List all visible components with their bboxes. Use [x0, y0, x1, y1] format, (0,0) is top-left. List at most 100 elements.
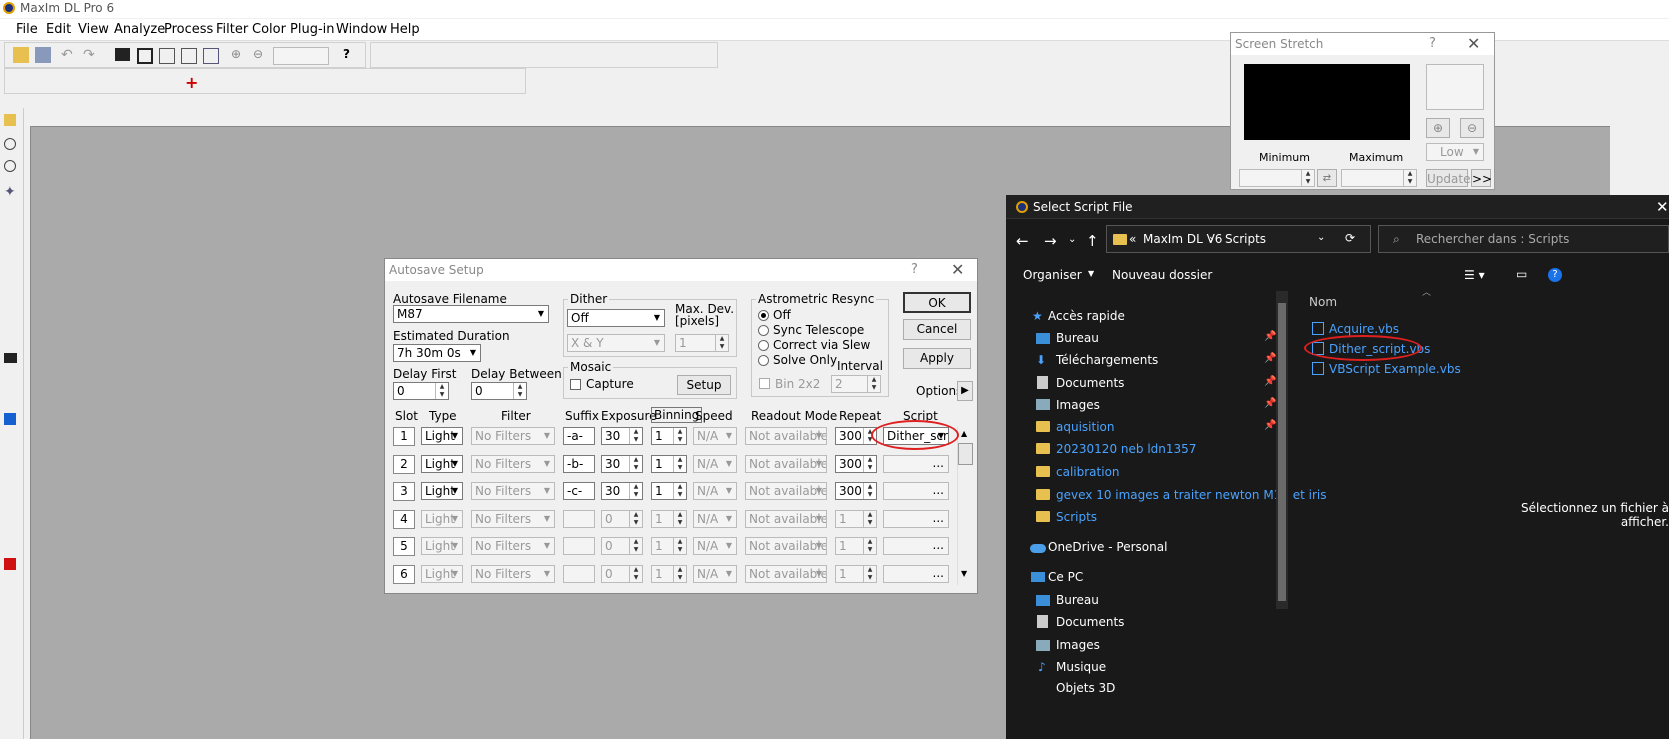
script-field[interactable]: ...	[883, 482, 949, 500]
binning-field[interactable]: 1 ▲ ▼	[651, 482, 687, 500]
script-field[interactable]: ...	[883, 537, 949, 555]
filter-select[interactable]: No Filters ▼	[471, 427, 555, 445]
settings-icon[interactable]	[203, 48, 219, 64]
filter-select[interactable]: No Filters ▼	[471, 482, 555, 500]
explorer-close-button[interactable]: ✕	[1656, 198, 1669, 216]
script-field[interactable]: ...	[883, 509, 949, 528]
autosave-help-button[interactable]: ?	[911, 262, 918, 277]
camera-control-icon[interactable]	[4, 413, 16, 425]
dither-select[interactable]: Off ▼	[567, 309, 665, 327]
exposure-field[interactable]: 0 ▲ ▼	[601, 564, 643, 583]
menu-window[interactable]: Window	[336, 22, 387, 37]
image-window-icon[interactable]	[4, 353, 17, 363]
globe-icon[interactable]	[4, 160, 16, 172]
readout-select[interactable]: Not available ▼	[745, 537, 827, 555]
path-scripts[interactable]: Scripts	[1225, 232, 1266, 246]
speed-select[interactable]: N/A ▼	[693, 454, 737, 473]
more-button[interactable]: >>	[1471, 169, 1492, 187]
maximum-field[interactable]: ▲ ▼	[1341, 169, 1417, 187]
interval-field[interactable]: 2 ▲ ▼	[831, 375, 881, 393]
nav-calibration[interactable]: calibration	[1056, 465, 1120, 479]
speed-select[interactable]: N/A ▼	[693, 564, 737, 583]
repeat-field[interactable]: 1 ▲ ▼	[835, 537, 877, 555]
pin-icon[interactable]: 📌	[1264, 420, 1276, 431]
script-browse-button[interactable]: ...	[933, 511, 944, 525]
options-arrow-icon[interactable]: ▶	[957, 381, 973, 401]
readout-select[interactable]: Not available ▼	[745, 482, 827, 500]
minimum-field[interactable]: ▲ ▼	[1239, 169, 1315, 187]
maxdev-field[interactable]: 1 ▲ ▼	[675, 334, 729, 352]
exposure-field[interactable]: 0 ▲ ▼	[601, 509, 643, 528]
readout-select[interactable]: Not available ▼	[745, 509, 827, 528]
nav-scripts[interactable]: Scripts	[1056, 510, 1097, 524]
suffix-field[interactable]	[563, 564, 595, 583]
nav-telechargements[interactable]: Téléchargements	[1056, 353, 1158, 367]
resync-solve-radio[interactable]	[758, 355, 769, 366]
readout-select[interactable]: Not available ▼	[745, 454, 827, 473]
view-options-icon[interactable]: ☰ ▾	[1464, 268, 1485, 282]
binning-field[interactable]: 1 ▲ ▼	[651, 564, 687, 583]
script-browse-button[interactable]: ...	[933, 538, 944, 552]
speed-select[interactable]: N/A ▼	[693, 482, 737, 500]
nav-images[interactable]: Images	[1056, 398, 1100, 412]
nav-ldn1357[interactable]: 20230120 neb ldn1357	[1056, 442, 1196, 456]
filter-select[interactable]: No Filters ▼	[471, 454, 555, 473]
new-folder-button[interactable]: Nouveau dossier	[1112, 268, 1212, 282]
filter-select[interactable]: No Filters ▼	[471, 537, 555, 555]
pc-bureau[interactable]: Bureau	[1056, 593, 1099, 607]
stretch-mode-select[interactable]: Low ▼	[1426, 143, 1484, 161]
lock-icon[interactable]	[181, 48, 197, 64]
pc-objets3d[interactable]: Objets 3D	[1056, 681, 1115, 695]
up-icon[interactable]: ↑	[1086, 232, 1099, 250]
save-icon[interactable]	[35, 47, 51, 63]
record-icon[interactable]	[4, 558, 16, 570]
search-box[interactable]: ⌕ Rechercher dans : Scripts	[1378, 225, 1669, 253]
preview-pane-icon[interactable]: ▭	[1516, 267, 1527, 281]
zoom-out-icon[interactable]: ⊖	[1460, 118, 1484, 138]
nav-onedrive[interactable]: OneDrive - Personal	[1048, 540, 1167, 554]
dither-axis-select[interactable]: X & Y ▼	[567, 334, 665, 352]
nav-scrollbar[interactable]	[1276, 291, 1288, 609]
scroll-up-icon[interactable]: ▲	[961, 429, 967, 438]
binning-field[interactable]: 1 ▲ ▼	[651, 509, 687, 528]
slot-number-button[interactable]: 5	[393, 537, 415, 556]
slot-number-button[interactable]: 6	[393, 564, 415, 584]
type-select[interactable]: Light ▼	[421, 482, 463, 500]
filename-combo[interactable]: M87 ▼	[393, 305, 549, 323]
repeat-field[interactable]: 1 ▲ ▼	[835, 564, 877, 583]
pc-musique[interactable]: Musique	[1056, 660, 1106, 674]
delay-first-field[interactable]: 0 ▲ ▼	[393, 382, 449, 400]
open-icon[interactable]	[13, 47, 29, 63]
forward-icon[interactable]: →	[1044, 232, 1057, 250]
exposure-field[interactable]: 30 ▲ ▼	[601, 454, 643, 473]
type-select[interactable]: Light ▼	[421, 564, 463, 583]
pencil-icon[interactable]	[4, 114, 16, 126]
refresh-icon[interactable]: ⟳	[1345, 231, 1355, 245]
menu-file[interactable]: File	[16, 22, 38, 37]
zoom-in-icon[interactable]: ⊕	[1426, 118, 1450, 138]
file-vbscript-example[interactable]: VBScript Example.vbs	[1329, 362, 1461, 376]
zoom-out-icon[interactable]: ⊖	[253, 47, 269, 63]
pin-icon[interactable]: 📌	[1264, 398, 1276, 409]
menu-edit[interactable]: Edit	[46, 22, 71, 37]
slot-number-button[interactable]: 3	[393, 482, 415, 501]
screen-stretch-help-button[interactable]: ?	[1429, 36, 1436, 51]
nav-aquisition[interactable]: aquisition	[1056, 420, 1114, 434]
script-field[interactable]: ...	[883, 454, 949, 473]
scroll-down-icon[interactable]: ▼	[961, 569, 967, 578]
autosave-close-button[interactable]: ✕	[951, 260, 964, 279]
speed-select[interactable]: N/A ▼	[693, 509, 737, 528]
address-bar[interactable]: « MaxIm DL V6 › Scripts ⌄ ⟳	[1106, 225, 1371, 253]
file-acquire[interactable]: Acquire.vbs	[1329, 322, 1399, 336]
binning-field[interactable]: 1 ▲ ▼	[651, 454, 687, 473]
type-select[interactable]: Light ▼	[421, 454, 463, 473]
repeat-field[interactable]: 1 ▲ ▼	[835, 509, 877, 528]
binning-field[interactable]: 1 ▲ ▼	[651, 537, 687, 555]
back-icon[interactable]: ←	[1016, 232, 1029, 250]
resync-sync-radio[interactable]	[758, 325, 769, 336]
recent-dropdown-icon[interactable]: ⌄	[1068, 234, 1076, 245]
exposure-field[interactable]: 30 ▲ ▼	[601, 482, 643, 500]
scroll-thumb[interactable]	[958, 443, 973, 465]
pin-icon[interactable]: 📌	[1264, 331, 1276, 342]
menu-help[interactable]: Help	[390, 22, 420, 37]
